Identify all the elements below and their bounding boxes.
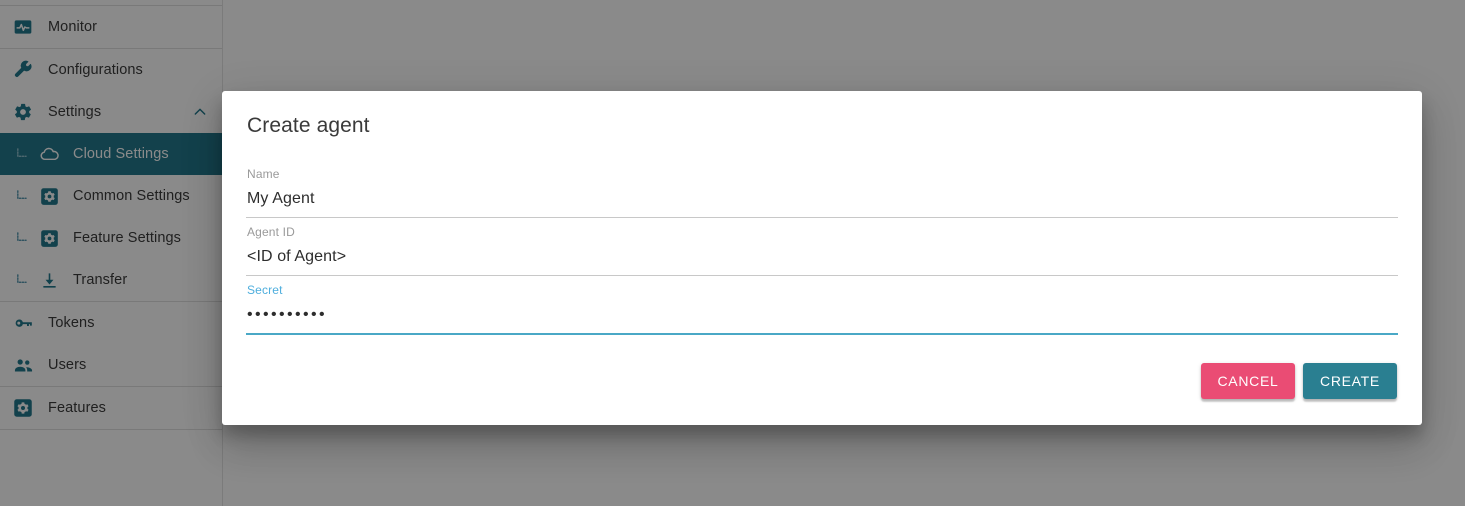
agent-id-field-group: Agent ID <ID of Agent> [246,218,1398,276]
name-input[interactable]: My Agent [246,181,1398,217]
create-button[interactable]: CREATE [1303,363,1397,399]
agent-id-field-label: Agent ID [247,225,295,239]
name-field-group: Name My Agent [246,160,1398,218]
create-agent-dialog: Create agent Name My Agent Agent ID <ID … [222,91,1422,425]
agent-id-input[interactable]: <ID of Agent> [246,239,1398,275]
cancel-button[interactable]: CANCEL [1201,363,1295,399]
app-screen: Monitor Configurations Settings Cloud Se… [0,0,1465,506]
secret-input[interactable]: •••••••••• [246,297,1398,333]
name-field-label: Name [247,167,280,181]
create-agent-form: Name My Agent Agent ID <ID of Agent> Sec… [246,160,1398,335]
secret-field-label: Secret [247,283,283,297]
dialog-title: Create agent [247,114,370,137]
dialog-actions: CANCEL CREATE [246,363,1398,399]
secret-input-underline [246,333,1398,335]
secret-field-group: Secret •••••••••• [246,276,1398,335]
